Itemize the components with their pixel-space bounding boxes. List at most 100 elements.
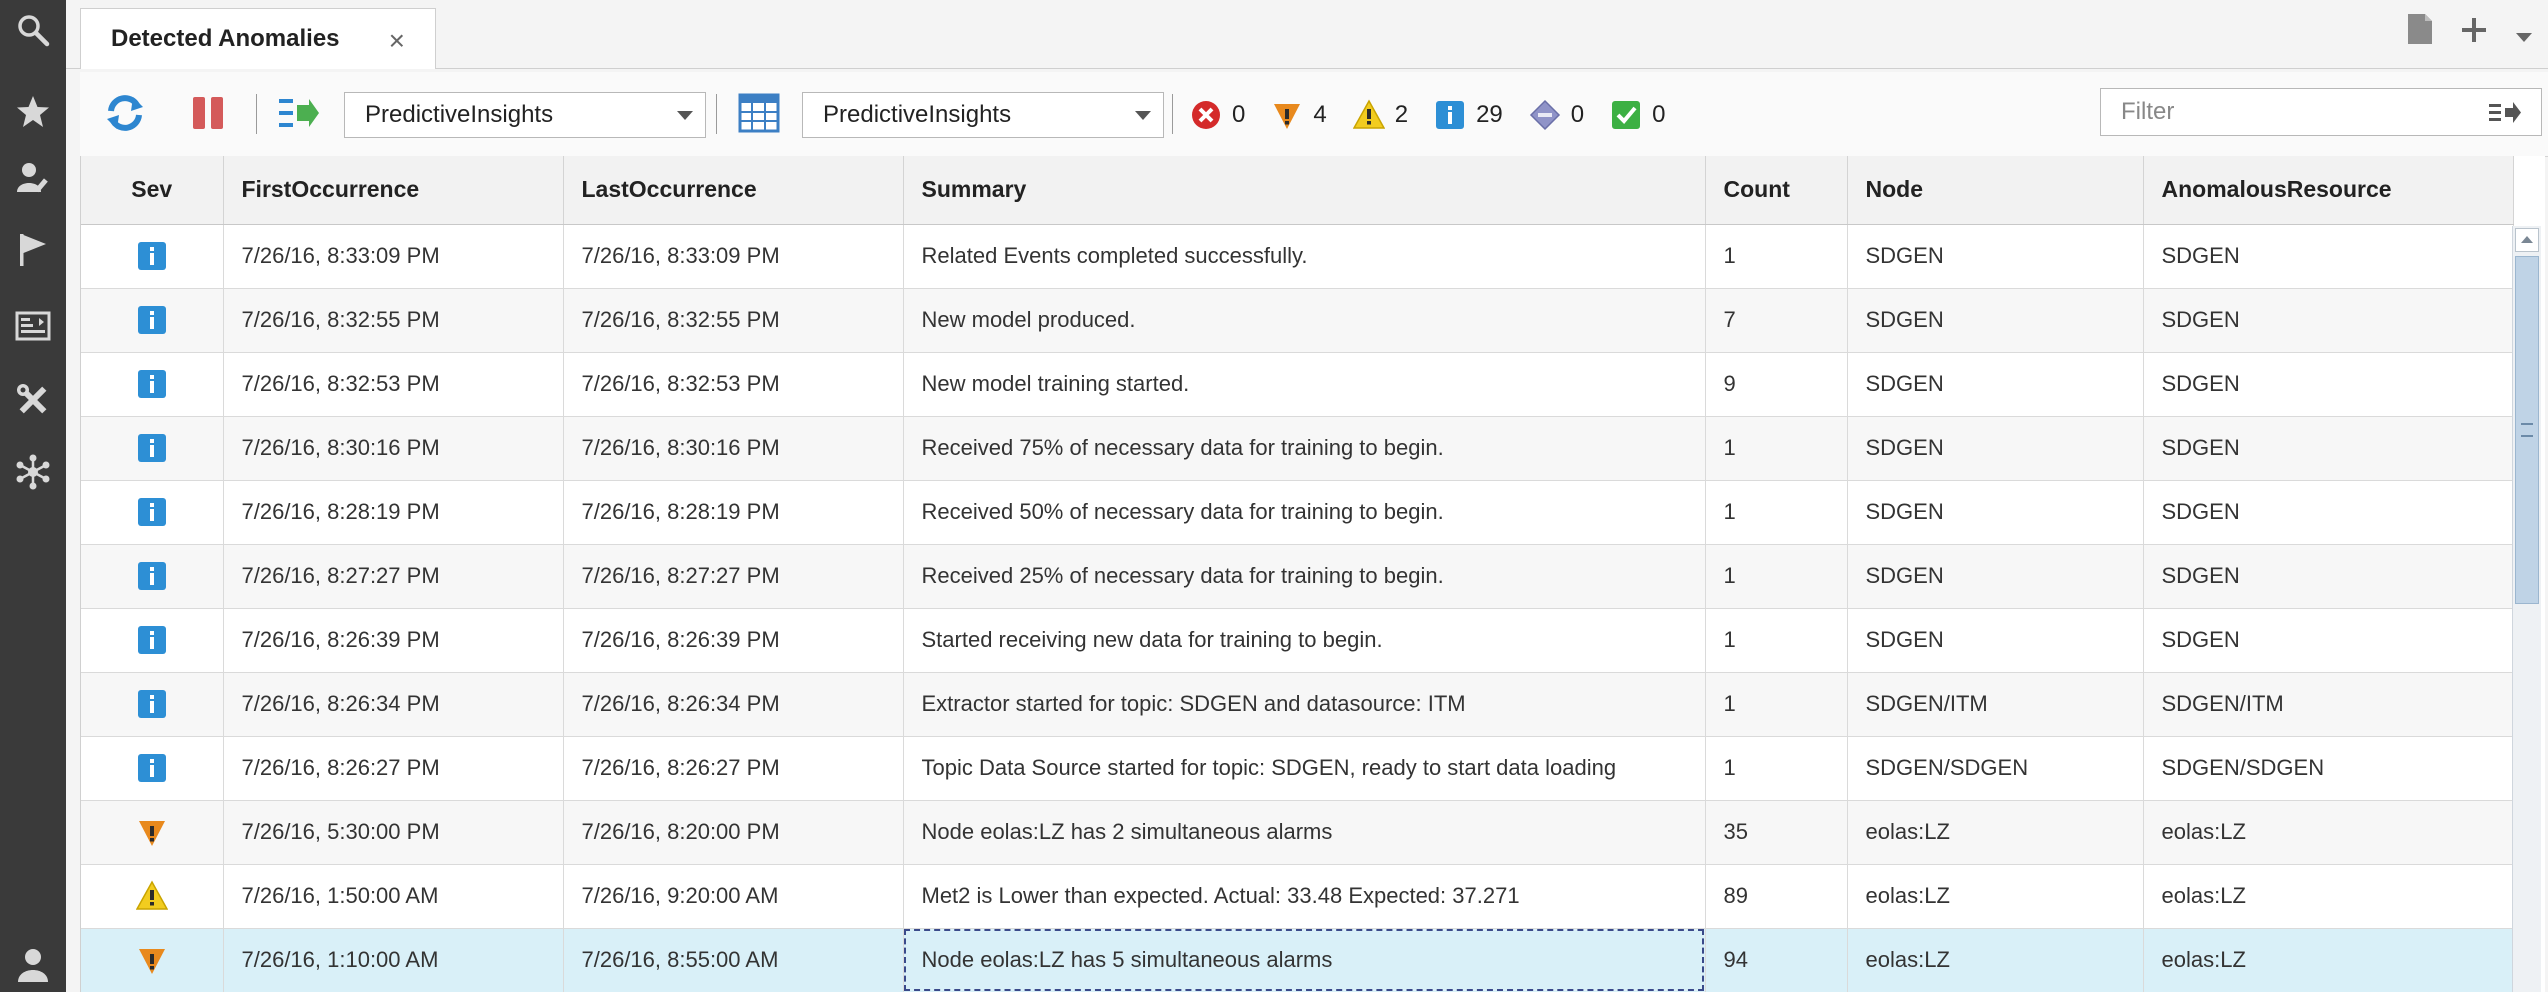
cell-first-occurrence[interactable]: 7/26/16, 8:26:27 PM xyxy=(223,736,564,801)
table-row[interactable]: 7/26/16, 8:30:16 PM 7/26/16, 8:30:16 PM Re… xyxy=(81,416,2514,481)
cell-last-occurrence[interactable]: 7/26/16, 8:26:39 PM xyxy=(563,608,904,673)
cell-count[interactable]: 1 xyxy=(1705,224,1848,289)
cell-node[interactable]: SDGEN xyxy=(1847,608,2144,673)
cell-sev[interactable] xyxy=(81,736,224,801)
cell-node[interactable]: SDGEN xyxy=(1847,352,2144,417)
cell-count[interactable]: 89 xyxy=(1705,864,1848,929)
cell-summary[interactable]: Met2 is Lower than expected. Actual: 33.… xyxy=(903,864,1706,929)
cell-sev[interactable] xyxy=(81,864,224,929)
cell-last-occurrence[interactable]: 7/26/16, 8:26:27 PM xyxy=(563,736,904,801)
column-header-anomalous-resource[interactable]: AnomalousResource xyxy=(2143,156,2514,225)
cell-last-occurrence[interactable]: 7/26/16, 8:26:34 PM xyxy=(563,672,904,737)
cell-sev[interactable] xyxy=(81,416,224,481)
cell-count[interactable]: 1 xyxy=(1705,608,1848,673)
cell-count[interactable]: 1 xyxy=(1705,672,1848,737)
cell-node[interactable]: eolas:LZ xyxy=(1847,864,2144,929)
critical-count[interactable]: 0 xyxy=(1190,99,1245,131)
indeterminate-count[interactable]: 0 xyxy=(1529,99,1584,131)
pause-icon[interactable] xyxy=(186,90,232,136)
table-row[interactable]: 7/26/16, 8:28:19 PM 7/26/16, 8:28:19 PM Re… xyxy=(81,480,2514,545)
cell-summary[interactable]: Node eolas:LZ has 5 simultaneous alarms xyxy=(903,928,1706,992)
cell-last-occurrence[interactable]: 7/26/16, 8:30:16 PM xyxy=(563,416,904,481)
cell-anomalous-resource[interactable]: SDGEN xyxy=(2143,544,2514,609)
cell-count[interactable]: 35 xyxy=(1705,800,1848,865)
filter-input[interactable] xyxy=(2100,88,2542,136)
column-header-first-occurrence[interactable]: FirstOccurrence xyxy=(223,156,564,225)
clear-count[interactable]: 0 xyxy=(1610,99,1666,131)
table-row[interactable]: 7/26/16, 8:32:55 PM 7/26/16, 8:32:55 PM Ne… xyxy=(81,288,2514,353)
cell-node[interactable]: SDGEN xyxy=(1847,480,2144,545)
cell-summary[interactable]: Related Events completed successfully. xyxy=(903,224,1706,289)
cell-last-occurrence[interactable]: 7/26/16, 8:20:00 PM xyxy=(563,800,904,865)
cell-sev[interactable] xyxy=(81,288,224,353)
cell-count[interactable]: 1 xyxy=(1705,544,1848,609)
filter-builder-icon[interactable] xyxy=(276,90,322,136)
cell-count[interactable]: 7 xyxy=(1705,288,1848,353)
minor-count[interactable]: 2 xyxy=(1352,99,1408,131)
document-icon[interactable] xyxy=(2406,12,2434,55)
search-icon[interactable] xyxy=(13,10,53,50)
table-row[interactable]: 7/26/16, 8:27:27 PM 7/26/16, 8:27:27 PM Re… xyxy=(81,544,2514,609)
cell-last-occurrence[interactable]: 7/26/16, 8:33:09 PM xyxy=(563,224,904,289)
cell-anomalous-resource[interactable]: SDGEN xyxy=(2143,608,2514,673)
column-header-summary[interactable]: Summary xyxy=(903,156,1706,225)
table-row[interactable]: 7/26/16, 1:10:00 AM 7/26/16, 8:55:00 AM No… xyxy=(81,928,2514,992)
cell-node[interactable]: SDGEN/SDGEN xyxy=(1847,736,2144,801)
cell-summary[interactable]: Topic Data Source started for topic: SDG… xyxy=(903,736,1706,801)
column-header-node[interactable]: Node xyxy=(1847,156,2144,225)
cell-summary[interactable]: Received 75% of necessary data for train… xyxy=(903,416,1706,481)
cell-summary[interactable]: New model training started. xyxy=(903,352,1706,417)
cell-last-occurrence[interactable]: 7/26/16, 8:27:27 PM xyxy=(563,544,904,609)
dashboard-icon[interactable] xyxy=(13,306,53,346)
column-header-last-occurrence[interactable]: LastOccurrence xyxy=(563,156,904,225)
cell-first-occurrence[interactable]: 7/26/16, 5:30:00 PM xyxy=(223,800,564,865)
cell-sev[interactable] xyxy=(81,224,224,289)
tools-icon[interactable] xyxy=(13,380,53,420)
major-count[interactable]: 4 xyxy=(1271,99,1327,131)
cell-count[interactable]: 1 xyxy=(1705,416,1848,481)
table-row[interactable]: 7/26/16, 5:30:00 PM 7/26/16, 8:20:00 PM No… xyxy=(81,800,2514,865)
cell-sev[interactable] xyxy=(81,928,224,992)
view-select[interactable]: PredictiveInsights xyxy=(802,92,1164,138)
cell-node[interactable]: eolas:LZ xyxy=(1847,800,2144,865)
cell-anomalous-resource[interactable]: SDGEN xyxy=(2143,480,2514,545)
cell-anomalous-resource[interactable]: SDGEN xyxy=(2143,352,2514,417)
cell-anomalous-resource[interactable]: eolas:LZ xyxy=(2143,928,2514,992)
info-count[interactable]: 29 xyxy=(1434,99,1503,131)
cell-summary[interactable]: Node eolas:LZ has 2 simultaneous alarms xyxy=(903,800,1706,865)
cell-first-occurrence[interactable]: 7/26/16, 8:26:39 PM xyxy=(223,608,564,673)
column-header-count[interactable]: Count xyxy=(1705,156,1848,225)
cell-node[interactable]: SDGEN xyxy=(1847,224,2144,289)
add-icon[interactable] xyxy=(2460,14,2488,53)
cell-sev[interactable] xyxy=(81,800,224,865)
star-icon[interactable] xyxy=(13,92,53,132)
cell-first-occurrence[interactable]: 7/26/16, 8:26:34 PM xyxy=(223,672,564,737)
tab-detected-anomalies[interactable]: Detected Anomalies × xyxy=(80,8,436,69)
table-row[interactable]: 7/26/16, 8:26:34 PM 7/26/16, 8:26:34 PM Ex… xyxy=(81,672,2514,737)
cell-summary[interactable]: Extractor started for topic: SDGEN and d… xyxy=(903,672,1706,737)
cell-sev[interactable] xyxy=(81,544,224,609)
cell-first-occurrence[interactable]: 7/26/16, 1:50:00 AM xyxy=(223,864,564,929)
collapse-toolbar-icon[interactable] xyxy=(2482,90,2528,136)
vertical-scrollbar[interactable] xyxy=(2512,226,2541,992)
refresh-icon[interactable] xyxy=(102,90,148,136)
cell-anomalous-resource[interactable]: SDGEN xyxy=(2143,224,2514,289)
cell-anomalous-resource[interactable]: eolas:LZ xyxy=(2143,800,2514,865)
flag-icon[interactable] xyxy=(13,230,53,270)
cell-summary[interactable]: Received 25% of necessary data for train… xyxy=(903,544,1706,609)
cell-first-occurrence[interactable]: 7/26/16, 8:30:16 PM xyxy=(223,416,564,481)
cell-sev[interactable] xyxy=(81,608,224,673)
table-row[interactable]: 7/26/16, 8:26:39 PM 7/26/16, 8:26:39 PM St… xyxy=(81,608,2514,673)
cell-sev[interactable] xyxy=(81,352,224,417)
cell-node[interactable]: eolas:LZ xyxy=(1847,928,2144,992)
cell-count[interactable]: 9 xyxy=(1705,352,1848,417)
column-header-sev[interactable]: Sev xyxy=(81,156,224,225)
view-builder-icon[interactable] xyxy=(736,90,782,136)
scroll-up-button[interactable] xyxy=(2515,228,2539,252)
cell-summary[interactable]: New model produced. xyxy=(903,288,1706,353)
cell-last-occurrence[interactable]: 7/26/16, 8:55:00 AM xyxy=(563,928,904,992)
cell-anomalous-resource[interactable]: SDGEN xyxy=(2143,416,2514,481)
table-row[interactable]: 7/26/16, 8:26:27 PM 7/26/16, 8:26:27 PM To… xyxy=(81,736,2514,801)
cell-anomalous-resource[interactable]: SDGEN/ITM xyxy=(2143,672,2514,737)
close-tab-icon[interactable]: × xyxy=(389,25,405,57)
